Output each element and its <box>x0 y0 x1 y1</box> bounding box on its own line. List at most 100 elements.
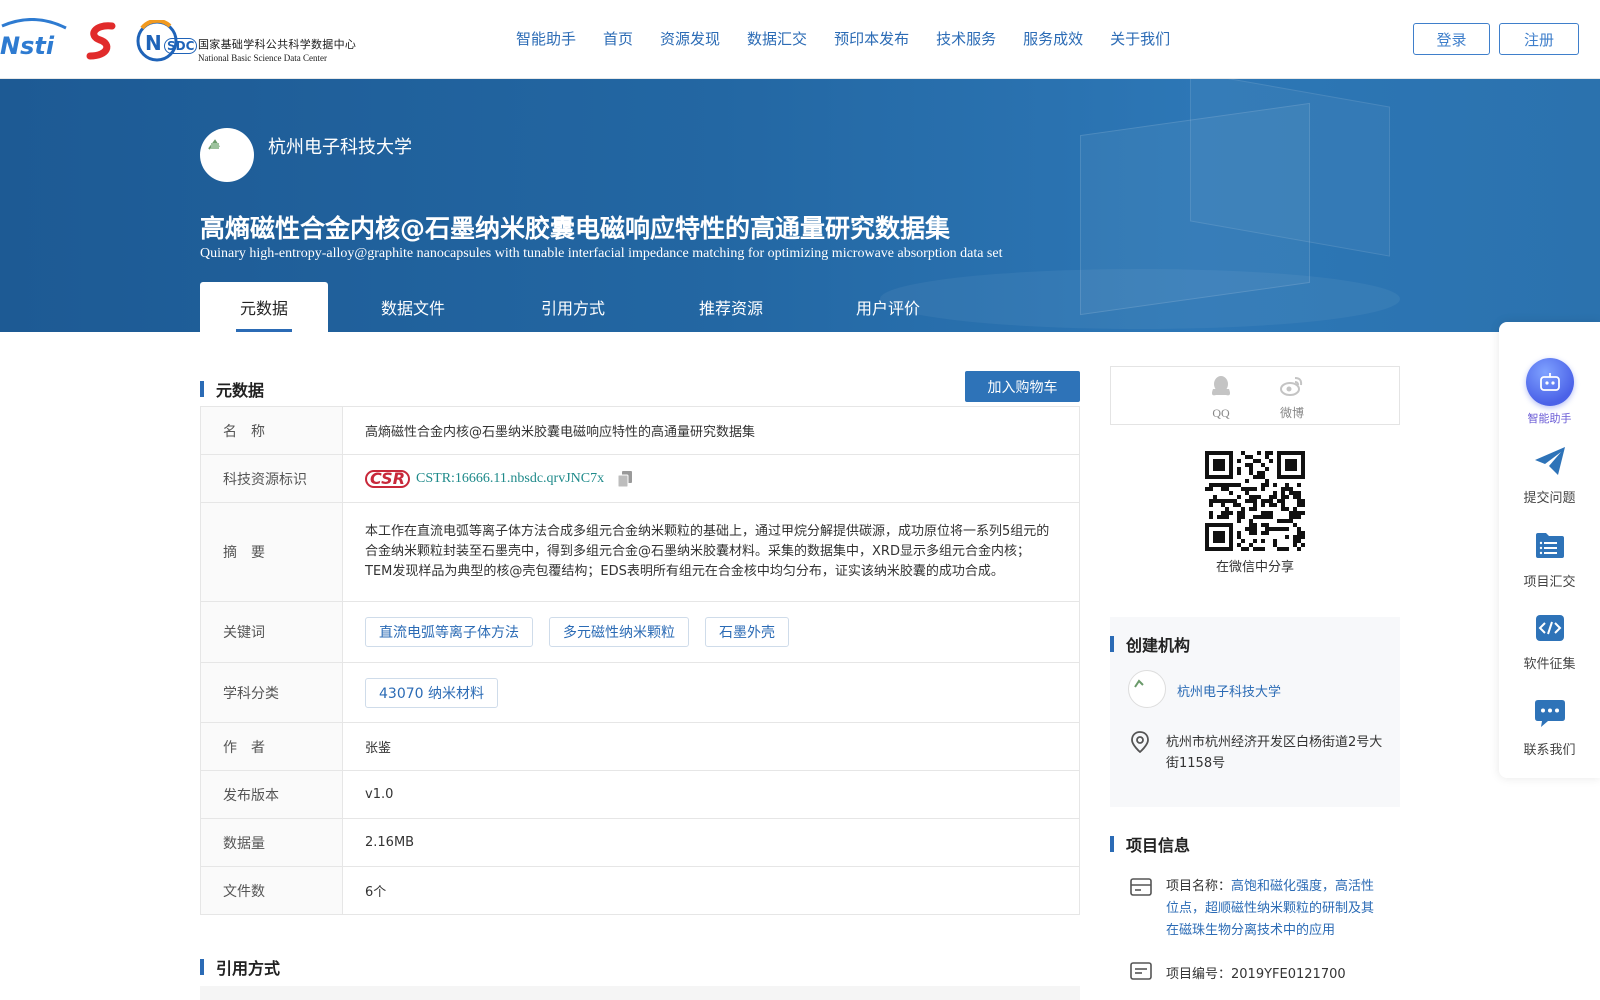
login-button[interactable]: 登录 <box>1413 23 1490 55</box>
dataset-title: 高熵磁性合金内核@石墨纳米胶囊电磁响应特性的高通量研究数据集 <box>200 214 951 243</box>
keywords-cell: 直流电弧等离子体方法 多元磁性纳米颗粒 石墨外壳 <box>343 602 1079 662</box>
main-nav: 智能助手 首页 资源发现 数据汇交 预印本发布 技术服务 服务成效 关于我们 <box>516 28 1197 49</box>
cstr-cell: CSR CSTR:16666.11.nbsdc.qrvJNC7x <box>343 455 1079 502</box>
section-title: 项目信息 <box>1126 836 1191 855</box>
float-ai-assistant[interactable]: 智能助手 <box>1499 358 1600 426</box>
tab-user-reviews[interactable]: 用户评价 <box>814 282 962 332</box>
row-label: 发布版本 <box>201 771 343 818</box>
dataset-tabs: 元数据 数据文件 引用方式 推荐资源 用户评价 <box>200 282 962 332</box>
row-label: 关键词 <box>201 602 343 662</box>
nav-ai-assistant[interactable]: 智能助手 <box>516 28 576 49</box>
row-label: 数据量 <box>201 819 343 866</box>
float-label: 联系我们 <box>1523 743 1576 758</box>
tab-data-files[interactable]: 数据文件 <box>328 282 498 332</box>
institution-name[interactable]: 杭州电子科技大学 <box>268 133 412 159</box>
section-bar <box>1110 836 1114 852</box>
table-row: 数据量 2.16MB <box>201 819 1079 867</box>
keyword-tag[interactable]: 多元磁性纳米颗粒 <box>549 617 689 647</box>
share-box: QQ 微博 <box>1110 366 1400 425</box>
share-weibo-label: 微博 <box>1279 406 1304 420</box>
nsdc-logo-text: 国家基础学科公共科学数据中心 National Basic Science Da… <box>198 36 356 63</box>
nsdc-logo-en: National Basic Science Data Center <box>198 53 327 63</box>
project-number-value: 2019YFE0121700 <box>1231 967 1346 982</box>
org-section-header: 创建机构 <box>1110 632 1190 656</box>
section-bar <box>200 959 204 975</box>
weibo-icon <box>1280 377 1303 396</box>
float-submit-question[interactable]: 提交问题 <box>1499 446 1600 506</box>
cstr-logo: CSR <box>365 469 411 488</box>
nav-resource-discovery[interactable]: 资源发现 <box>660 28 720 49</box>
section-bar <box>200 381 204 397</box>
floating-toolbar: 智能助手 提交问题 项目汇交 软件征集 联系我们 <box>1499 322 1600 778</box>
chat-bubble-icon <box>1534 700 1565 727</box>
table-row: 摘 要 本工作在直流电弧等离子体方法合成多组元合金纳米颗粒的基础上，通过甲烷分解… <box>201 503 1079 602</box>
add-to-cart-button[interactable]: 加入购物车 <box>965 371 1080 402</box>
version-value: v1.0 <box>365 787 394 802</box>
abstract-value: 本工作在直流电弧等离子体方法合成多组元合金纳米颗粒的基础上，通过甲烷分解提供碳源… <box>365 524 1050 579</box>
dataset-title-en: Quinary high-entropy-alloy@graphite nano… <box>200 246 1003 261</box>
nav-tech-service[interactable]: 技术服务 <box>936 28 996 49</box>
nav-service-outcomes[interactable]: 服务成效 <box>1023 28 1083 49</box>
row-label: 名 称 <box>201 407 343 454</box>
table-row: 作 者 张鉴 <box>201 723 1079 771</box>
citation-panel <box>200 986 1080 1000</box>
nsdc-short-logo-text: SDC <box>164 38 198 54</box>
org-address: 杭州市杭州经济开发区白杨街道2号大街1158号 <box>1166 735 1383 771</box>
row-label: 科技资源标识 <box>201 455 343 502</box>
section-title: 创建机构 <box>1126 636 1191 655</box>
float-project-submission[interactable]: 项目汇交 <box>1499 530 1600 590</box>
nav-data-submission[interactable]: 数据汇交 <box>747 28 807 49</box>
keyword-tag[interactable]: 石墨外壳 <box>705 617 789 647</box>
float-software-collection[interactable]: 软件征集 <box>1499 614 1600 672</box>
citation-section-header: 引用方式 <box>200 955 280 979</box>
share-weibo[interactable]: 微博 <box>1272 375 1312 421</box>
project-number: 项目编号：2019YFE0121700 <box>1166 963 1346 982</box>
data-size-value: 2.16MB <box>365 835 415 850</box>
float-contact-us[interactable]: 联系我们 <box>1499 698 1600 758</box>
nav-home[interactable]: 首页 <box>603 28 633 49</box>
share-qq[interactable]: QQ <box>1201 375 1241 421</box>
keyword-tag[interactable]: 直流电弧等离子体方法 <box>365 617 533 647</box>
cas-logo[interactable] <box>82 20 122 60</box>
wechat-share-caption: 在微信中分享 <box>1215 560 1294 575</box>
register-button[interactable]: 注册 <box>1499 23 1579 55</box>
dataset-name-value: 高熵磁性合金内核@石墨纳米胶囊电磁响应特性的高通量研究数据集 <box>365 425 756 440</box>
nsdc-logo-cn: 国家基础学科公共科学数据中心 <box>198 38 357 51</box>
subject-cell: 43070 纳米材料 <box>343 663 1079 722</box>
section-title: 元数据 <box>216 381 265 400</box>
svg-text:N: N <box>145 31 162 55</box>
project-name: 项目名称：高饱和磁化强度，高活性位点，超顺磁性纳米颗粒的研制及其在磁珠生物分离技… <box>1166 876 1386 942</box>
section-title: 引用方式 <box>216 959 281 978</box>
code-icon <box>1535 615 1564 641</box>
project-name-label: 项目名称： <box>1166 879 1232 894</box>
row-label: 文件数 <box>201 867 343 914</box>
metadata-section-header: 元数据 <box>200 377 264 401</box>
org-name-link[interactable]: 杭州电子科技大学 <box>1177 681 1281 700</box>
table-row: 文件数 6个 <box>201 867 1079 915</box>
float-label: 智能助手 <box>1527 412 1572 425</box>
project-name-icon <box>1130 878 1152 896</box>
table-row: 关键词 直流电弧等离子体方法 多元磁性纳米颗粒 石墨外壳 <box>201 602 1079 663</box>
project-number-label: 项目编号： <box>1166 967 1232 982</box>
folder-list-icon <box>1535 533 1564 558</box>
broken-image-icon <box>208 139 220 150</box>
svg-text:Nsti: Nsti <box>0 32 55 60</box>
tab-citation[interactable]: 引用方式 <box>498 282 648 332</box>
table-row: 发布版本 v1.0 <box>201 771 1079 819</box>
nav-preprint[interactable]: 预印本发布 <box>834 28 909 49</box>
nsti-logo[interactable]: Nsti <box>0 18 68 62</box>
subject-tag[interactable]: 43070 纳米材料 <box>365 677 498 708</box>
copy-icon[interactable] <box>618 470 633 487</box>
org-logo <box>1128 670 1166 708</box>
wechat-qr-code <box>1205 451 1305 551</box>
top-navigation: Nsti N SDC 国家基础学科公共科学数据中心 National Basic… <box>0 0 1600 79</box>
share-qq-label: QQ <box>1212 406 1230 420</box>
tab-recommended[interactable]: 推荐资源 <box>648 282 814 332</box>
float-label: 项目汇交 <box>1523 575 1576 590</box>
float-label: 提交问题 <box>1523 491 1576 506</box>
cstr-link[interactable]: CSTR:16666.11.nbsdc.qrvJNC7x <box>416 471 604 487</box>
nav-about-us[interactable]: 关于我们 <box>1110 28 1170 49</box>
tab-metadata[interactable]: 元数据 <box>200 282 328 332</box>
project-number-icon <box>1130 962 1152 980</box>
float-label: 软件征集 <box>1523 657 1576 672</box>
